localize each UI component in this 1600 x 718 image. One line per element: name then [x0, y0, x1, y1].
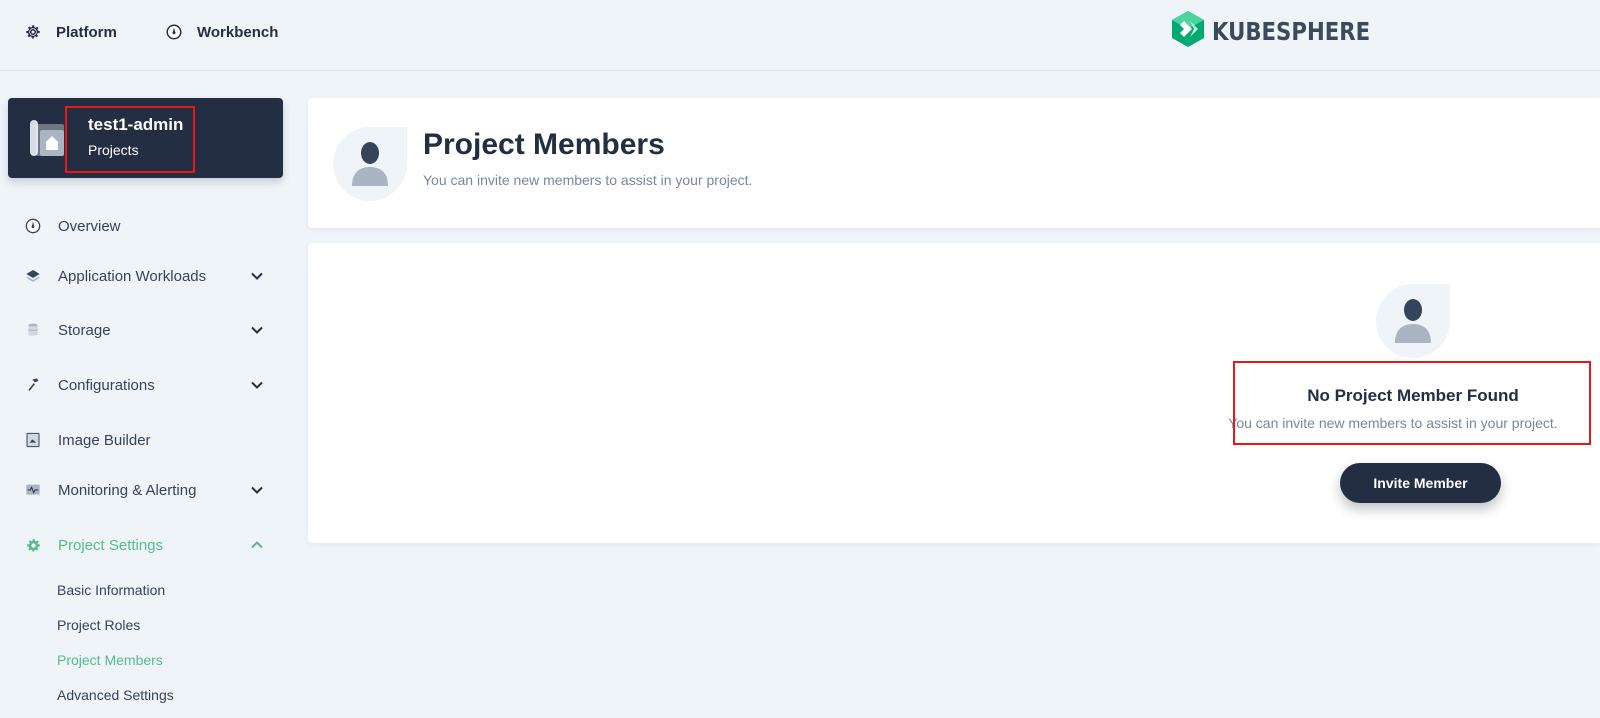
platform-button[interactable]: Platform: [24, 18, 117, 46]
workbench-label: Workbench: [197, 23, 279, 41]
project-type: Projects: [88, 142, 139, 158]
gear-icon: [24, 23, 42, 41]
sidebar-item-label: Monitoring & Alerting: [58, 481, 197, 499]
kubesphere-logo-icon: [1172, 10, 1204, 52]
sidebar-item-image-builder[interactable]: Image Builder: [24, 425, 274, 455]
sidebar-item-application-workloads[interactable]: Application Workloads: [24, 261, 274, 291]
sidebar-item-overview[interactable]: Overview: [24, 211, 274, 241]
image-builder-icon: [24, 431, 42, 449]
chevron-down-icon[interactable]: [250, 323, 264, 341]
page-title: Project Members: [423, 128, 665, 161]
gear-icon: [24, 536, 42, 554]
brand-name: KUBESPHERE: [1212, 16, 1371, 46]
sidebar-item-project-settings[interactable]: Project Settings: [24, 530, 274, 560]
sidebar-item-label: Image Builder: [58, 431, 151, 449]
database-icon: [24, 321, 42, 339]
project-name: test1-admin: [88, 115, 184, 134]
sidebar-item-storage[interactable]: Storage: [24, 315, 274, 345]
empty-state-description: You can invite new members to assist in …: [1228, 415, 1558, 431]
chevron-down-icon[interactable]: [250, 483, 264, 501]
page-description: You can invite new members to assist in …: [423, 172, 753, 188]
sidebar-item-label: Application Workloads: [58, 267, 207, 285]
user-avatar-icon: [332, 126, 408, 207]
empty-state-title: No Project Member Found: [1307, 386, 1519, 405]
workbench-button[interactable]: Workbench: [165, 18, 278, 46]
hammer-icon: [24, 376, 42, 394]
members-list-panel: No Project Member Found You can invite n…: [308, 243, 1600, 543]
project-icon: [28, 118, 66, 163]
sidebar-item-label: Overview: [58, 217, 121, 235]
layers-icon: [24, 267, 42, 285]
sidebar-item-monitoring-alerting[interactable]: Monitoring & Alerting: [24, 475, 274, 505]
sidebar-item-label: Project Settings: [58, 536, 164, 554]
top-navigation-bar: Platform Workbench KUBESPHERE: [0, 0, 1600, 71]
sidebar-item-configurations[interactable]: Configurations: [24, 370, 274, 400]
sidebar-subitem-basic-information[interactable]: Basic Information: [57, 582, 165, 598]
dashboard-icon: [24, 217, 42, 235]
project-selector-card[interactable]: test1-admin Projects: [8, 98, 283, 178]
sidebar-subitem-project-roles[interactable]: Project Roles: [57, 617, 140, 633]
sidebar-item-label: Storage: [58, 321, 111, 339]
invite-member-button[interactable]: Invite Member: [1340, 463, 1501, 503]
monitor-icon: [24, 481, 42, 499]
sidebar-subitem-project-members[interactable]: Project Members: [57, 652, 163, 668]
sidebar-item-label: Configurations: [58, 376, 155, 394]
kubesphere-logo[interactable]: KUBESPHERE: [1172, 10, 1398, 52]
chevron-down-icon[interactable]: [250, 378, 264, 396]
platform-label: Platform: [56, 23, 117, 41]
user-avatar-icon: [1375, 283, 1451, 364]
dashboard-icon: [165, 23, 183, 41]
chevron-up-icon[interactable]: [250, 538, 264, 556]
chevron-down-icon[interactable]: [250, 269, 264, 287]
sidebar-subitem-advanced-settings[interactable]: Advanced Settings: [57, 687, 174, 703]
page-header-panel: Project Members You can invite new membe…: [308, 98, 1600, 228]
